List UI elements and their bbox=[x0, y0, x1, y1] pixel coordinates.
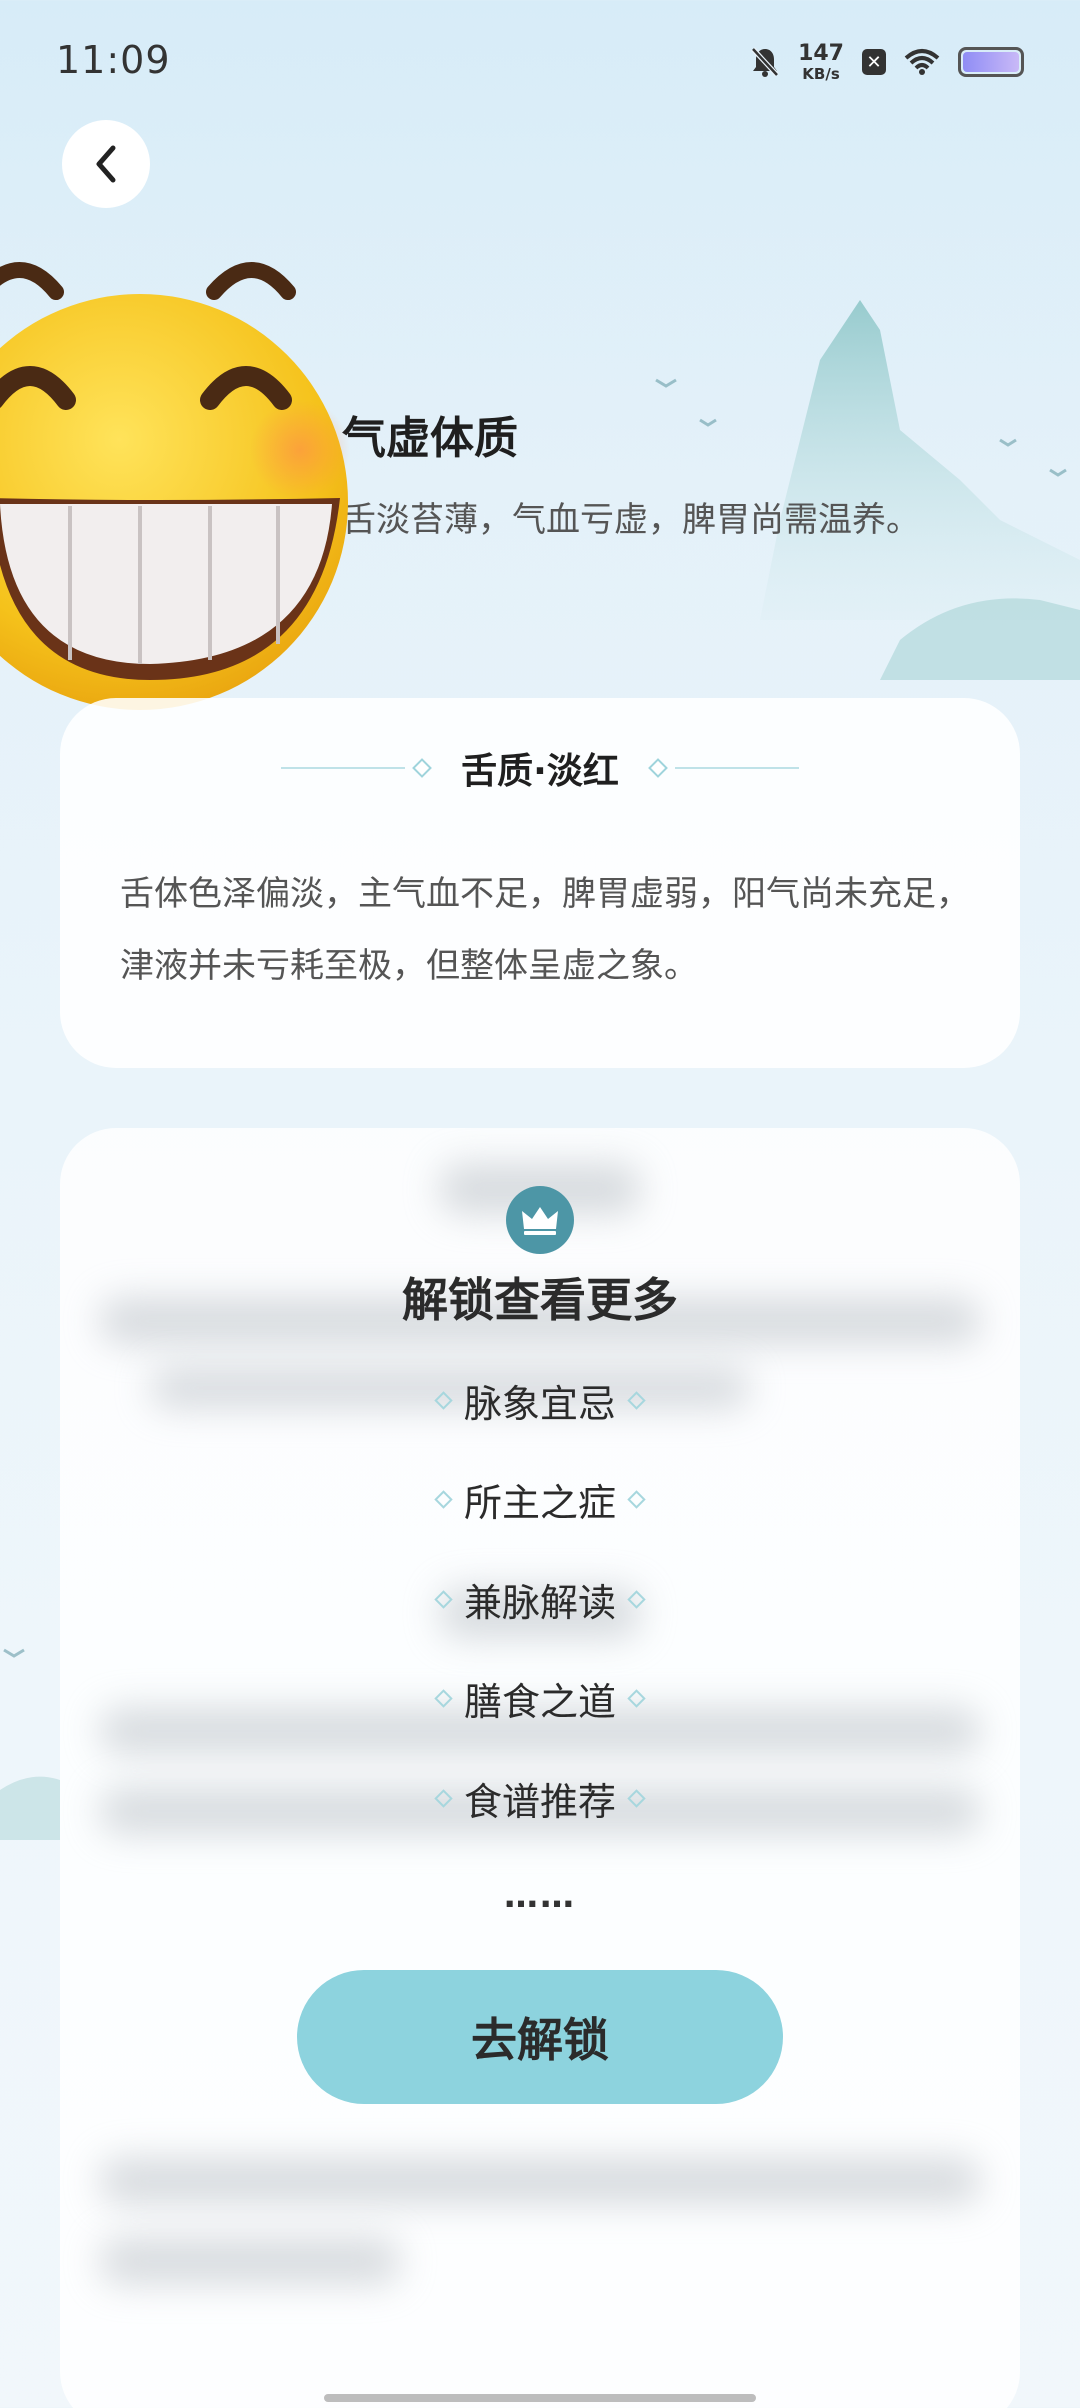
home-indicator[interactable] bbox=[324, 2394, 756, 2402]
grinning-emoji-icon bbox=[0, 262, 350, 710]
unlock-list-item: 兼脉解读 bbox=[60, 1569, 1020, 1629]
unlock-list-item: 脉象宜忌 bbox=[60, 1370, 1020, 1430]
unlock-title: 解锁查看更多 bbox=[402, 1273, 678, 1327]
back-button[interactable] bbox=[62, 120, 150, 208]
bell-off-icon bbox=[751, 47, 779, 77]
diamond-icon bbox=[434, 1489, 453, 1509]
crown-icon bbox=[522, 1207, 558, 1235]
x-app-icon: ✕ bbox=[862, 49, 886, 75]
diamond-icon bbox=[627, 1688, 646, 1708]
diamond-icon bbox=[434, 1390, 453, 1410]
unlock-item-label: 食谱推荐 bbox=[463, 1779, 616, 1824]
battery-icon bbox=[958, 47, 1024, 77]
unlock-list-item: 膳食之道 bbox=[60, 1668, 1020, 1728]
blurred-content bbox=[100, 2158, 980, 2204]
diamond-icon bbox=[627, 1390, 646, 1410]
chevron-left-icon bbox=[96, 145, 116, 183]
netspeed-value: 147 bbox=[798, 40, 844, 66]
diamond-icon bbox=[434, 1688, 453, 1708]
status-time: 11:09 bbox=[56, 38, 171, 82]
diamond-icon bbox=[412, 758, 433, 778]
unlock-item-label: 兼脉解读 bbox=[463, 1580, 616, 1625]
diamond-icon bbox=[627, 1589, 646, 1609]
card-header: 舌质·淡红 bbox=[60, 738, 1020, 798]
diamond-icon bbox=[627, 1489, 646, 1509]
unlock-item-label: 脉象宜忌 bbox=[463, 1381, 616, 1426]
status-icons: 147 KB/s ✕ bbox=[750, 38, 1024, 86]
blurred-content bbox=[100, 2238, 400, 2284]
netspeed-unit: KB/s bbox=[802, 64, 840, 83]
divider-right bbox=[674, 767, 799, 769]
divider-left bbox=[281, 767, 406, 769]
diamond-icon bbox=[647, 758, 668, 778]
result-description: 舌淡苔薄，气血亏虚，脾胃尚需温养。 bbox=[342, 500, 920, 540]
more-ellipsis: …… bbox=[504, 1876, 576, 1916]
unlock-item-label: 所主之症 bbox=[463, 1480, 616, 1525]
unlock-list-item: 食谱推荐 bbox=[60, 1768, 1020, 1828]
wifi-icon bbox=[904, 49, 940, 75]
crown-icon-badge bbox=[506, 1186, 574, 1254]
card-title: 舌质·淡红 bbox=[461, 751, 619, 792]
diamond-icon bbox=[627, 1788, 646, 1808]
unlock-item-label: 膳食之道 bbox=[463, 1679, 616, 1724]
tongue-description: 舌体色泽偏淡，主气血不足，脾胃虚弱，阳气尚未充足，津液并未亏耗至极，但整体呈虚之… bbox=[120, 874, 970, 986]
netspeed-indicator: 147 KB/s bbox=[798, 40, 844, 83]
tongue-quality-card: 舌质·淡红 舌体色泽偏淡，主气血不足，脾胃虚弱，阳气尚未充足，津液并未亏耗至极，… bbox=[60, 698, 1020, 1068]
unlock-list-item: 所主之症 bbox=[60, 1469, 1020, 1529]
locked-content-card: 解锁查看更多 脉象宜忌 所主之症 兼脉解读 膳食之道 食谱推荐 …… 去解锁 bbox=[60, 1128, 1020, 2408]
status-bar: 11:09 147 KB/s ✕ bbox=[0, 0, 1080, 110]
unlock-button[interactable]: 去解锁 bbox=[297, 1970, 783, 2104]
diamond-icon bbox=[434, 1788, 453, 1808]
diamond-icon bbox=[434, 1589, 453, 1609]
